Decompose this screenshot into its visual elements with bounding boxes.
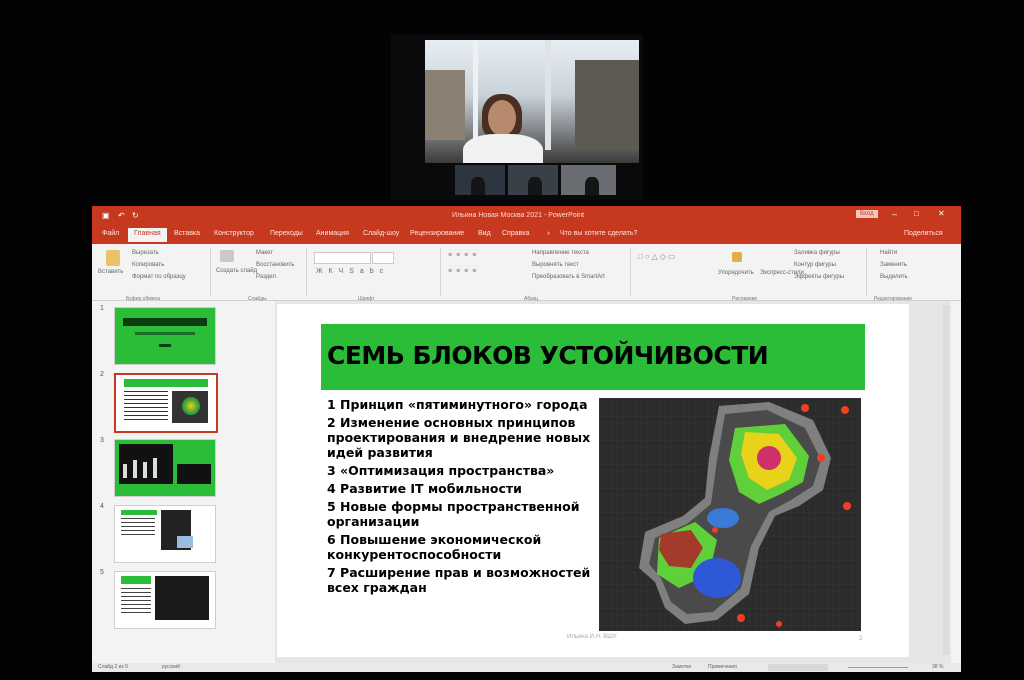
slide-title[interactable]: СЕМЬ БЛОКОВ УСТОЙЧИВОСТИ [327, 341, 769, 370]
tab-help[interactable]: Справка [502, 230, 529, 237]
slide-thumbnail[interactable] [114, 571, 216, 629]
tab-animations[interactable]: Анимация [316, 230, 349, 237]
ribbon-separator [306, 248, 307, 296]
bullet-item: 7 Расширение прав и возможностей всех гр… [327, 565, 591, 595]
slide-thumbnail[interactable] [114, 505, 216, 563]
title-bar: ▣ ↶ ↻ Ильина Новая Москва 2021 - PowerPo… [92, 206, 961, 226]
zoom-level[interactable]: 38 % [932, 664, 943, 670]
slide-number: 5 [100, 569, 104, 576]
bullet-item: 5 Новые формы пространственной организац… [327, 499, 580, 529]
copy-button[interactable]: Копировать [132, 262, 164, 268]
bullet-list[interactable]: 1 Принцип «пятиминутного» города 2 Измен… [327, 397, 597, 598]
save-icon[interactable]: ▣ [102, 211, 110, 220]
paste-button[interactable]: Вставить [98, 269, 123, 275]
slide-number: 2 [100, 371, 104, 378]
tab-home[interactable]: Главная [128, 228, 167, 242]
tab-view[interactable]: Вид [478, 230, 491, 237]
layout-button[interactable]: Макет [256, 250, 273, 256]
shape-fill-button[interactable]: Заливка фигуры [794, 250, 840, 256]
tab-insert[interactable]: Вставка [174, 230, 200, 237]
moscow-zoning-map[interactable] [599, 398, 861, 631]
participant-video [508, 165, 558, 195]
slide-title-banner: СЕМЬ БЛОКОВ УСТОЙЧИВОСТИ [321, 324, 865, 390]
notes-button[interactable]: Заметки [672, 664, 691, 670]
ribbon-separator [210, 248, 211, 296]
minimize-icon[interactable]: – [892, 209, 897, 219]
ribbon-separator [440, 248, 441, 296]
map-image [599, 398, 861, 631]
close-icon[interactable]: ✕ [938, 209, 945, 218]
bullet-item: 6 Повышение экономической конкурентоспос… [327, 532, 542, 562]
find-button[interactable]: Найти [880, 250, 897, 256]
slide-page-number: 2 [859, 636, 863, 642]
language-indicator[interactable]: русский [162, 664, 180, 670]
slide-editor: СЕМЬ БЛОКОВ УСТОЙЧИВОСТИ 1 Принцип «пяти… [275, 301, 951, 663]
participant-video [561, 165, 616, 195]
zoom-slider[interactable] [848, 667, 908, 668]
slide-thumbnail[interactable] [114, 439, 216, 497]
login-button[interactable]: Вход [856, 210, 878, 218]
slide-number: 1 [100, 305, 104, 312]
replace-button[interactable]: Заменить [880, 262, 907, 268]
slide-thumbnail[interactable] [114, 307, 216, 365]
speaker-video [425, 40, 639, 163]
participant-video [455, 165, 505, 195]
format-painter-button[interactable]: Формат по образцу [132, 274, 186, 280]
slide-footer: Ильина И.Н. ВШУ [567, 634, 617, 640]
lightbulb-icon: ♁ [546, 230, 552, 237]
ribbon: Вставить Вырезать Копировать Формат по о… [92, 244, 961, 302]
maximize-icon[interactable]: □ [914, 209, 919, 218]
bullet-item: 2 Изменение основных принципов проектиро… [327, 415, 591, 460]
tab-review[interactable]: Рецензирование [410, 230, 464, 237]
redo-icon[interactable]: ↻ [132, 211, 139, 220]
slide-counter: Слайд 2 из 9 [98, 664, 128, 670]
vertical-scrollbar[interactable] [943, 305, 949, 655]
undo-icon[interactable]: ↶ [118, 211, 125, 220]
tab-slideshow[interactable]: Слайд-шоу [363, 230, 399, 237]
ribbon-tabs: Файл Главная Вставка Конструктор Переход… [92, 226, 961, 244]
comments-button[interactable]: Примечания [708, 664, 737, 670]
shape-outline-button[interactable]: Контур фигуры [794, 262, 836, 268]
slide-number: 4 [100, 503, 104, 510]
status-bar: Слайд 2 из 9 русский Заметки Примечания … [92, 663, 961, 672]
view-buttons[interactable] [768, 664, 828, 671]
align-text-button[interactable]: Выровнять текст [532, 262, 579, 268]
font-format-buttons[interactable]: ЖКЧSabc [316, 268, 389, 275]
new-slide-icon[interactable] [220, 250, 234, 262]
reset-button[interactable]: Восстановить [256, 262, 294, 268]
align-buttons[interactable]: ≡≡≡≡ [448, 268, 480, 275]
arrange-icon[interactable] [732, 252, 742, 262]
slide-number: 3 [100, 437, 104, 444]
cut-button[interactable]: Вырезать [132, 250, 159, 256]
document-title: Ильина Новая Москва 2021 - PowerPoint [452, 212, 585, 219]
select-button[interactable]: Выделить [880, 274, 908, 280]
list-buttons[interactable]: ≡≡≡≡ [448, 252, 480, 259]
bullet-item: 3 «Оптимизация пространства» [327, 463, 555, 478]
share-button[interactable]: Поделиться [904, 230, 943, 237]
font-name-field[interactable] [314, 252, 371, 264]
arrange-button[interactable]: Упорядочить [718, 270, 754, 276]
smartart-button[interactable]: Преобразовать в SmartArt [532, 274, 605, 280]
new-slide-button[interactable]: Создать слайд [216, 268, 257, 274]
slide-thumbnail-pane: 1 2 3 4 5 [92, 301, 270, 663]
section-button[interactable]: Раздел [256, 274, 276, 280]
shapes-gallery[interactable]: □○△◇▭ [638, 252, 678, 261]
font-size-field[interactable] [372, 252, 394, 264]
ribbon-separator [866, 248, 867, 296]
bullet-item: 1 Принцип «пятиминутного» города [327, 397, 588, 412]
tab-file[interactable]: Файл [102, 230, 119, 237]
tab-design[interactable]: Конструктор [214, 230, 254, 237]
powerpoint-window: ▣ ↶ ↻ Ильина Новая Москва 2021 - PowerPo… [92, 206, 961, 672]
shape-effects-button[interactable]: Эффекты фигуры [794, 274, 844, 280]
bullet-item: 4 Развитие IT мобильности [327, 481, 522, 496]
tell-me-search[interactable]: Что вы хотите сделать? [560, 230, 637, 237]
tab-transitions[interactable]: Переходы [270, 230, 303, 237]
paste-icon[interactable] [106, 250, 120, 266]
slide-thumbnail-selected[interactable] [114, 373, 218, 433]
text-direction-button[interactable]: Направление текста [532, 250, 589, 256]
current-slide: СЕМЬ БЛОКОВ УСТОЙЧИВОСТИ 1 Принцип «пяти… [277, 304, 909, 657]
ribbon-separator [630, 248, 631, 296]
